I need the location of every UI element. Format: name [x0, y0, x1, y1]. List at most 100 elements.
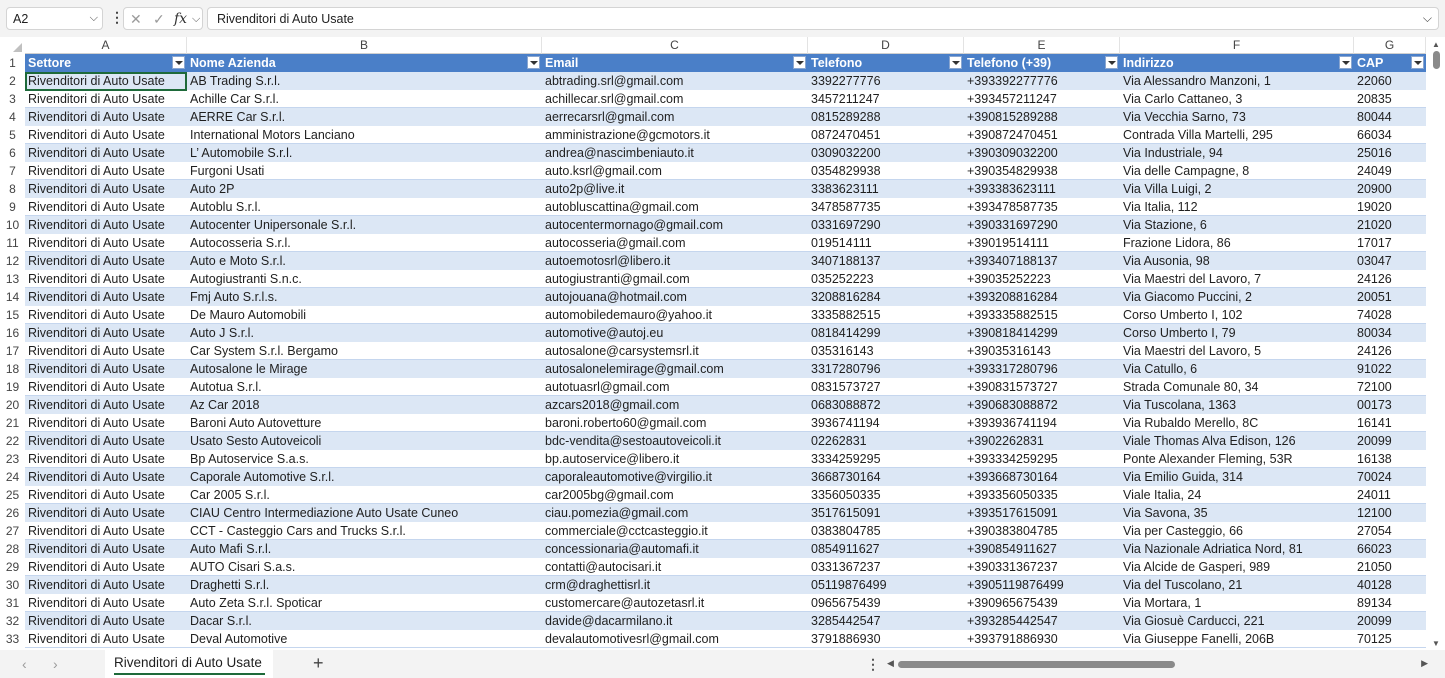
row-header[interactable]: 9 [0, 198, 25, 216]
table-cell[interactable]: Ponte Alexander Fleming, 53R [1120, 450, 1354, 468]
table-cell[interactable]: auto.ksrl@gmail.com [542, 162, 808, 180]
row-header[interactable]: 32 [0, 612, 25, 630]
table-cell[interactable]: Via Vecchia Sarno, 73 [1120, 108, 1354, 126]
row-header[interactable]: 19 [0, 378, 25, 396]
table-cell[interactable]: autosalone@carsystemsrl.it [542, 342, 808, 360]
table-cell[interactable]: amministrazione@gcmotors.it [542, 126, 808, 144]
table-cell[interactable]: Rivenditori di Auto Usate [25, 468, 187, 486]
table-cell[interactable]: 74028 [1354, 306, 1426, 324]
table-cell[interactable]: Dacar S.r.l. [187, 612, 542, 630]
table-cell[interactable]: 0872470451 [808, 126, 964, 144]
table-cell[interactable]: Via delle Campagne, 8 [1120, 162, 1354, 180]
row-header[interactable]: 15 [0, 306, 25, 324]
table-cell[interactable]: autosalonelemirage@gmail.com [542, 360, 808, 378]
table-cell[interactable]: Autogiustranti S.n.c. [187, 270, 542, 288]
table-cell[interactable]: +390331367237 [964, 558, 1120, 576]
table-cell[interactable]: +390683088872 [964, 396, 1120, 414]
table-cell[interactable]: +390818414299 [964, 324, 1120, 342]
table-cell[interactable]: +390831573727 [964, 378, 1120, 396]
scroll-up-icon[interactable]: ▲ [1432, 40, 1440, 49]
row-header[interactable]: 18 [0, 360, 25, 378]
table-cell[interactable]: davide@dacarmilano.it [542, 612, 808, 630]
table-cell[interactable]: +390309032200 [964, 144, 1120, 162]
table-cell[interactable]: auto2p@live.it [542, 180, 808, 198]
table-cell[interactable]: +393668730164 [964, 468, 1120, 486]
table-cell[interactable]: Fmj Auto S.r.l.s. [187, 288, 542, 306]
table-cell[interactable]: 19020 [1354, 198, 1426, 216]
insert-function-icon[interactable]: fx [174, 11, 187, 27]
row-header[interactable]: 29 [0, 558, 25, 576]
table-cell[interactable]: Autotua S.r.l. [187, 378, 542, 396]
table-cell[interactable]: 3478587735 [808, 198, 964, 216]
table-cell[interactable]: 27054 [1354, 522, 1426, 540]
table-cell[interactable]: 16138 [1354, 450, 1426, 468]
table-cell[interactable]: autotuasrl@gmail.com [542, 378, 808, 396]
table-cell[interactable]: 20051 [1354, 288, 1426, 306]
filter-dropdown-icon[interactable] [1339, 56, 1352, 69]
table-cell[interactable]: Rivenditori di Auto Usate [25, 630, 187, 648]
table-cell[interactable]: Rivenditori di Auto Usate [25, 306, 187, 324]
table-cell[interactable]: +393407188137 [964, 252, 1120, 270]
row-header[interactable]: 11 [0, 234, 25, 252]
table-cell[interactable]: Corso Umberto I, 102 [1120, 306, 1354, 324]
row-header[interactable]: 26 [0, 504, 25, 522]
add-sheet-icon[interactable]: + [313, 653, 324, 674]
table-cell[interactable]: autojouana@hotmail.com [542, 288, 808, 306]
table-cell[interactable]: Via Stazione, 6 [1120, 216, 1354, 234]
table-cell[interactable]: 3936741194 [808, 414, 964, 432]
column-title[interactable]: Nome Azienda [187, 54, 526, 72]
row-header[interactable]: 22 [0, 432, 25, 450]
table-cell[interactable]: +390854911627 [964, 540, 1120, 558]
row-header[interactable]: 33 [0, 630, 25, 648]
sheet-tab[interactable]: Rivenditori di Auto Usate [105, 650, 273, 678]
row-header[interactable]: 30 [0, 576, 25, 594]
table-cell[interactable]: Via del Tuscolano, 21 [1120, 576, 1354, 594]
table-cell[interactable]: Via Alessandro Manzoni, 1 [1120, 72, 1354, 90]
table-cell[interactable]: Auto 2P [187, 180, 542, 198]
table-cell[interactable]: 25016 [1354, 144, 1426, 162]
filter-dropdown-icon[interactable] [949, 56, 962, 69]
table-cell[interactable]: Auto Zeta S.r.l. Spoticar [187, 594, 542, 612]
table-cell[interactable]: Baroni Auto Autovetture [187, 414, 542, 432]
table-cell[interactable]: 0854911627 [808, 540, 964, 558]
table-cell[interactable]: Car 2005 S.r.l. [187, 486, 542, 504]
table-cell[interactable]: andrea@nascimbeniauto.it [542, 144, 808, 162]
formula-input[interactable]: Rivenditori di Auto Usate ⌵ [207, 7, 1439, 30]
table-cell[interactable]: L’ Automobile S.r.l. [187, 144, 542, 162]
column-title[interactable]: Telefono [808, 54, 948, 72]
previous-sheet-icon[interactable]: ‹ [22, 656, 27, 672]
table-cell[interactable]: +390354829938 [964, 162, 1120, 180]
table-cell[interactable]: Auto J S.r.l. [187, 324, 542, 342]
table-cell[interactable]: Via Giuseppe Fanelli, 206B [1120, 630, 1354, 648]
table-cell[interactable]: Via Alcide de Gasperi, 989 [1120, 558, 1354, 576]
table-cell[interactable]: Via Italia, 112 [1120, 198, 1354, 216]
table-cell[interactable]: De Mauro Automobili [187, 306, 542, 324]
table-cell[interactable]: Caporale Automotive S.r.l. [187, 468, 542, 486]
table-cell[interactable]: 80034 [1354, 324, 1426, 342]
row-header[interactable]: 23 [0, 450, 25, 468]
table-cell[interactable]: Rivenditori di Auto Usate [25, 216, 187, 234]
table-cell[interactable]: +393392277776 [964, 72, 1120, 90]
table-cell[interactable]: Rivenditori di Auto Usate [25, 180, 187, 198]
row-header[interactable]: 7 [0, 162, 25, 180]
table-cell[interactable]: Rivenditori di Auto Usate [25, 324, 187, 342]
column-header-c[interactable]: C [542, 37, 808, 54]
table-cell[interactable]: +39035252223 [964, 270, 1120, 288]
table-cell[interactable]: 21050 [1354, 558, 1426, 576]
table-cell[interactable]: Autosalone le Mirage [187, 360, 542, 378]
table-cell[interactable]: 3285442547 [808, 612, 964, 630]
table-cell[interactable]: Via Industriale, 94 [1120, 144, 1354, 162]
table-cell[interactable]: 035252223 [808, 270, 964, 288]
row-header[interactable]: 17 [0, 342, 25, 360]
table-cell[interactable]: Via Emilio Guida, 314 [1120, 468, 1354, 486]
table-cell[interactable]: 17017 [1354, 234, 1426, 252]
table-cell[interactable]: Rivenditori di Auto Usate [25, 144, 187, 162]
table-cell[interactable]: 3517615091 [808, 504, 964, 522]
table-cell[interactable]: Rivenditori di Auto Usate [25, 540, 187, 558]
table-cell[interactable]: Furgoni Usati [187, 162, 542, 180]
expand-formula-icon[interactable]: ⌵ [1423, 11, 1432, 26]
table-cell[interactable]: Rivenditori di Auto Usate [25, 162, 187, 180]
table-cell[interactable]: AERRE Car S.r.l. [187, 108, 542, 126]
table-cell[interactable]: +393334259295 [964, 450, 1120, 468]
filter-dropdown-icon[interactable] [1105, 56, 1118, 69]
